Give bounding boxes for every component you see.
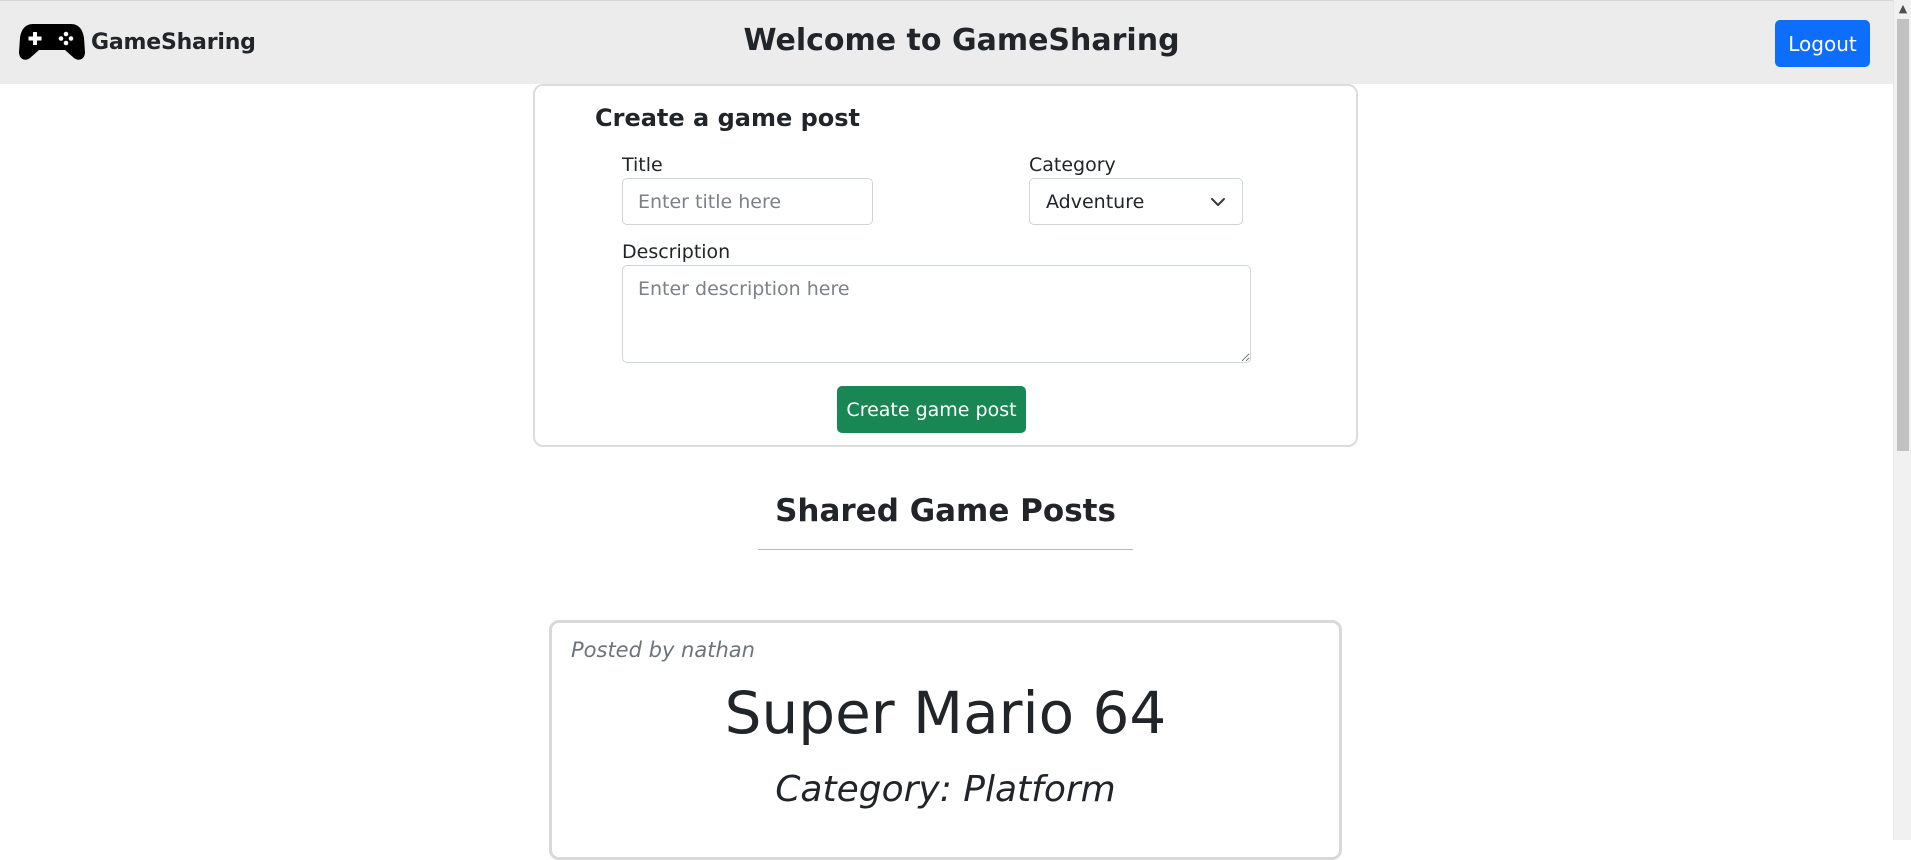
post-category: Category: Platform — [775, 769, 1116, 810]
category-select[interactable]: Adventure — [1029, 178, 1243, 225]
create-post-heading: Create a game post — [595, 104, 861, 132]
description-label: Description — [622, 241, 731, 263]
create-post-card: Create a game post Title Category Advent… — [533, 84, 1358, 447]
title-label: Title — [622, 154, 663, 176]
logout-button[interactable]: Logout — [1775, 20, 1870, 67]
chevron-down-icon — [1211, 197, 1225, 206]
game-post-card: Posted by nathan Super Mario 64 Category… — [549, 620, 1342, 860]
post-title: Super Mario 64 — [724, 679, 1167, 747]
create-post-button[interactable]: Create game post — [837, 386, 1026, 433]
scroll-up-arrow-icon[interactable]: ▲ — [1894, 0, 1911, 17]
title-input[interactable] — [622, 178, 873, 225]
vertical-scrollbar[interactable]: ▲ — [1893, 0, 1911, 840]
top-navbar: GameSharing Welcome to GameSharing Logou… — [0, 0, 1893, 84]
scrollbar-thumb[interactable] — [1897, 19, 1909, 451]
page-title: Welcome to GameSharing — [743, 23, 1180, 58]
description-textarea[interactable] — [622, 265, 1251, 363]
category-label: Category — [1029, 154, 1116, 176]
post-author: Posted by nathan — [571, 638, 755, 662]
section-divider — [758, 549, 1133, 550]
shared-posts-heading: Shared Game Posts — [775, 493, 1116, 529]
category-selected-value: Adventure — [1046, 190, 1145, 213]
